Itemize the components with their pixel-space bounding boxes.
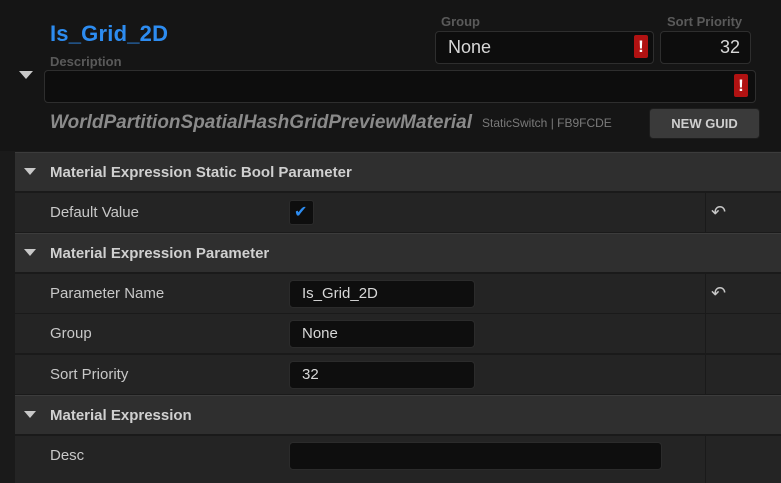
- divider: [705, 355, 706, 394]
- property-label: Group: [50, 325, 92, 342]
- divider: [705, 193, 706, 232]
- property-row-default-value: Default Value ✔ ↶: [15, 192, 781, 232]
- material-name: WorldPartitionSpatialHashGridPreviewMate…: [50, 112, 472, 133]
- section-title: Material Expression: [50, 407, 192, 424]
- property-row-sort-priority: Sort Priority 32: [15, 354, 781, 394]
- collapse-arrow-icon[interactable]: [24, 411, 36, 418]
- new-guid-button[interactable]: NEW GUID: [649, 108, 760, 139]
- error-icon: !: [634, 35, 648, 58]
- error-icon: !: [734, 74, 748, 97]
- collapse-arrow-icon[interactable]: [24, 249, 36, 256]
- divider: [705, 436, 706, 483]
- description-field[interactable]: [44, 70, 756, 103]
- section-static-bool-parameter[interactable]: Material Expression Static Bool Paramete…: [15, 152, 781, 191]
- description-label: Description: [50, 54, 122, 69]
- property-row-desc: Desc: [15, 435, 781, 483]
- property-row-parameter-name: Parameter Name Is_Grid_2D ↶: [15, 273, 781, 313]
- static-switch-guid: StaticSwitch | FB9FCDE: [482, 116, 612, 130]
- parameter-header: Is_Grid_2D Description Group None ! Sort…: [0, 0, 781, 151]
- reset-to-default-icon[interactable]: ↶: [711, 202, 726, 223]
- property-label: Parameter Name: [50, 285, 165, 302]
- group-field[interactable]: None: [435, 31, 654, 64]
- sort-priority-input[interactable]: 32: [289, 361, 475, 389]
- section-parameter[interactable]: Material Expression Parameter: [15, 233, 781, 272]
- section-title: Material Expression Static Bool Paramete…: [50, 164, 352, 181]
- collapse-arrow-icon[interactable]: [24, 168, 36, 175]
- sort-priority-field[interactable]: 32: [660, 31, 751, 64]
- property-label: Default Value: [50, 204, 139, 221]
- default-value-checkbox[interactable]: ✔: [289, 200, 314, 225]
- reset-to-default-icon[interactable]: ↶: [711, 283, 726, 304]
- parameter-name-title[interactable]: Is_Grid_2D: [50, 21, 168, 47]
- property-label: Desc: [50, 447, 85, 464]
- checkmark-icon: ✔: [294, 204, 308, 221]
- parameter-name-input[interactable]: Is_Grid_2D: [289, 280, 475, 308]
- group-label: Group: [441, 14, 480, 29]
- property-row-group: Group None: [15, 313, 781, 353]
- property-label: Sort Priority: [50, 366, 129, 383]
- divider: [705, 274, 706, 313]
- group-input[interactable]: None: [289, 320, 475, 348]
- section-material-expression[interactable]: Material Expression: [15, 395, 781, 434]
- divider: [705, 314, 706, 353]
- section-title: Material Expression Parameter: [50, 245, 270, 262]
- expand-arrow-icon[interactable]: [19, 71, 33, 79]
- desc-input[interactable]: [289, 442, 662, 470]
- sort-priority-label: Sort Priority: [667, 14, 743, 29]
